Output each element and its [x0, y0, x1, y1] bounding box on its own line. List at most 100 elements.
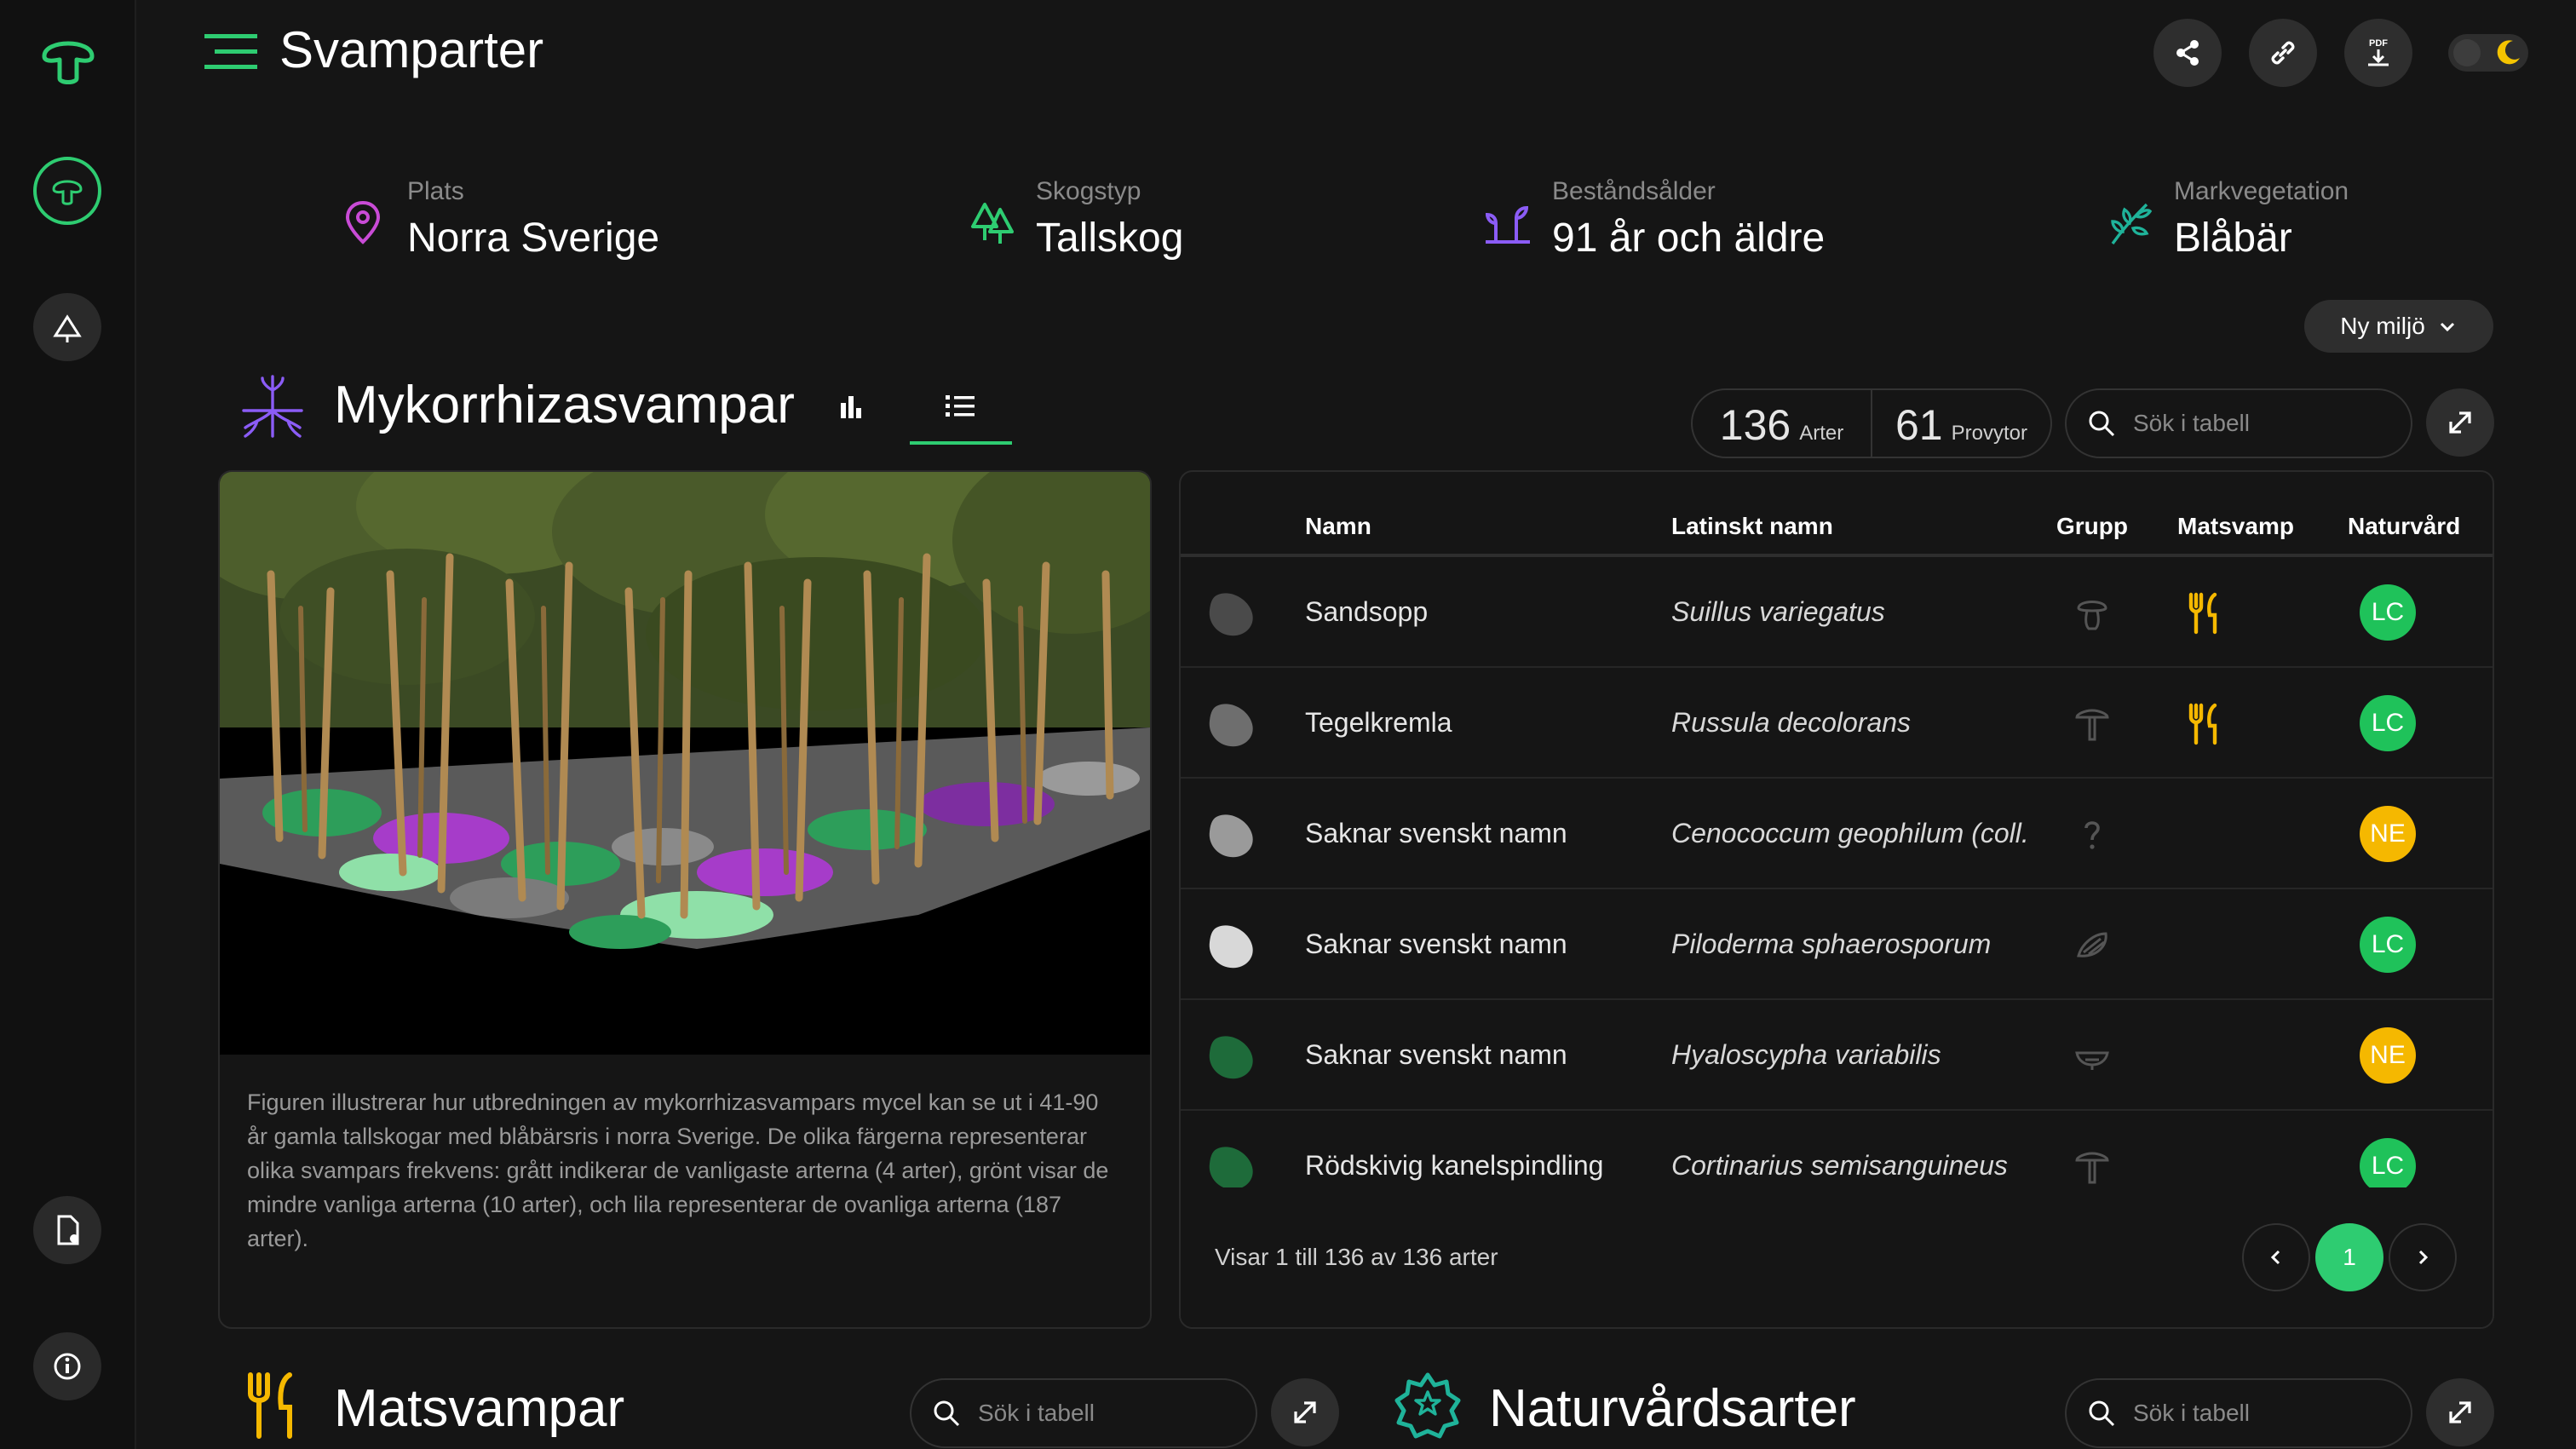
species-latin-name: Hyaloscypha variabilis: [1671, 1039, 1941, 1070]
col-header-latin[interactable]: Latinskt namn: [1671, 513, 1833, 540]
map-pin-icon: [345, 200, 381, 244]
environment-nav-button[interactable]: [33, 293, 101, 361]
table-row[interactable]: Tegelkremla Russula decolorans LC: [1181, 668, 2493, 779]
list-icon: [946, 395, 975, 417]
new-environment-label: Ny miljö: [2340, 313, 2425, 339]
species-name: Saknar svenskt namn: [1305, 1039, 1567, 1070]
share-button[interactable]: [2153, 19, 2222, 87]
env-ground-vegetation: Markvegetation Blåbär: [2104, 170, 2349, 262]
moon-icon: [2497, 40, 2520, 65]
crust-fungus-icon: [2067, 920, 2118, 971]
mushroom-icon: [52, 180, 83, 205]
gilled-mushroom-icon: [2067, 1141, 2118, 1193]
dark-mode-toggle[interactable]: [2448, 34, 2528, 72]
env-value: Blåbär: [2174, 216, 2292, 261]
table-row[interactable]: Saknar svenskt namn Cenococcum geophilum…: [1181, 779, 2493, 889]
active-tab-indicator: [910, 441, 1012, 445]
svg-text:PDF: PDF: [2369, 38, 2388, 49]
status-badge: LC: [2360, 1138, 2416, 1194]
tab-chart-view[interactable]: [801, 375, 901, 438]
sidebar: [0, 0, 136, 1449]
question-icon: [2067, 809, 2118, 860]
status-badge: LC: [2360, 695, 2416, 751]
chevron-down-icon: [2440, 322, 2454, 332]
search-placeholder: Sök i tabell: [2133, 410, 2250, 436]
plots-count: 61 Provytor: [1871, 390, 2050, 457]
pdf-download-icon: PDF: [2368, 38, 2389, 66]
forest-mycelium-image: [220, 472, 1150, 1055]
col-header-group[interactable]: Grupp: [2056, 513, 2128, 540]
env-label: Beståndsålder: [1552, 177, 1716, 205]
search-icon: [934, 1400, 960, 1427]
search-input[interactable]: Sök i tabell: [2065, 388, 2412, 458]
conservation-expand-button[interactable]: [2426, 1378, 2494, 1446]
status-badge: NE: [2360, 806, 2416, 862]
env-location: Plats Norra Sverige: [337, 170, 659, 262]
seedling-age-icon: [1485, 205, 1530, 244]
mycorrhiza-roots-icon: [242, 375, 303, 438]
fork-knife-icon: [248, 1372, 292, 1439]
env-label: Plats: [407, 177, 464, 205]
col-header-edible[interactable]: Matsvamp: [2177, 513, 2294, 540]
frequency-blob-icon: [1209, 814, 1253, 858]
species-latin-name: Cenococcum geophilum (coll.: [1671, 818, 2029, 848]
conservation-star-icon: [1394, 1372, 1461, 1439]
frequency-blob-icon: [1209, 925, 1253, 969]
env-value: Norra Sverige: [407, 216, 660, 261]
menu-icon[interactable]: [204, 32, 257, 72]
edible-expand-button[interactable]: [1271, 1378, 1339, 1446]
share-icon: [2176, 40, 2199, 66]
species-table: Namn Latinskt namn Grupp Matsvamp Naturv…: [1179, 470, 2494, 1329]
species-name: Saknar svenskt namn: [1305, 929, 1567, 959]
mushroom-logo-icon: [37, 27, 99, 89]
col-header-name[interactable]: Namn: [1305, 513, 1371, 540]
col-header-conservation[interactable]: Naturvård: [2348, 513, 2460, 540]
conservation-search-input[interactable]: Sök i tabell: [2065, 1378, 2412, 1448]
pdf-download-button[interactable]: PDF: [2344, 19, 2412, 87]
env-value: 91 år och äldre: [1552, 216, 1826, 261]
env-forest-type: Skogstyp Tallskog: [966, 170, 1183, 262]
tree-icon: [971, 203, 1014, 244]
document-settings-button[interactable]: [33, 1196, 101, 1264]
expand-icon: [2449, 1401, 2471, 1423]
chevron-right-icon: [2418, 1250, 2429, 1265]
figure-caption: Figuren illustrerar hur utbredningen av …: [247, 1090, 1109, 1251]
env-label: Markvegetation: [2174, 177, 2349, 205]
edible-title: Matsvampar: [334, 1379, 625, 1438]
edible-search-input[interactable]: Sök i tabell: [910, 1378, 1257, 1448]
page-title: Svamparter: [279, 21, 544, 78]
frequency-blob-icon: [1209, 1036, 1253, 1079]
expand-icon: [1294, 1401, 1316, 1423]
species-name: Tegelkremla: [1305, 707, 1452, 738]
forest-visualization-card: Figuren illustrerar hur utbredningen av …: [218, 470, 1152, 1329]
gilled-mushroom-icon: [2067, 699, 2118, 750]
search-placeholder: Sök i tabell: [2133, 1400, 2250, 1426]
new-environment-button[interactable]: Ny miljö: [2304, 300, 2493, 353]
cup-fungus-icon: [2067, 1031, 2118, 1082]
edible-fork-knife-icon: [2179, 588, 2230, 639]
table-row[interactable]: Saknar svenskt namn Piloderma sphaerospo…: [1181, 889, 2493, 1000]
expand-button[interactable]: [2426, 388, 2494, 457]
status-badge: LC: [2360, 584, 2416, 641]
table-row[interactable]: Saknar svenskt namn Hyaloscypha variabil…: [1181, 1000, 2493, 1111]
fungi-nav-button[interactable]: [33, 157, 101, 225]
info-icon: [54, 1353, 81, 1380]
info-button[interactable]: [33, 1332, 101, 1400]
search-icon: [2089, 1400, 2115, 1427]
search-placeholder: Sök i tabell: [978, 1400, 1095, 1426]
leaf-plant-icon: [2111, 203, 2153, 244]
bolete-mushroom-icon: [2067, 588, 2118, 639]
table-row[interactable]: Sandsopp Suillus variegatus LC: [1181, 557, 2493, 668]
frequency-blob-icon: [1209, 704, 1253, 747]
species-latin-name: Suillus variegatus: [1671, 596, 1885, 627]
next-page-button[interactable]: [2389, 1223, 2457, 1291]
tab-list-view[interactable]: [910, 375, 1010, 438]
link-icon: [2271, 41, 2295, 65]
previous-page-button[interactable]: [2242, 1223, 2310, 1291]
copy-link-button[interactable]: [2249, 19, 2317, 87]
species-name: Rödskivig kanelspindling: [1305, 1150, 1604, 1181]
status-badge: NE: [2360, 1027, 2416, 1084]
page-number-button[interactable]: 1: [2315, 1223, 2383, 1291]
conservation-title: Naturvårdsarter: [1489, 1379, 1856, 1438]
species-count: 136 Arter: [1719, 401, 1844, 449]
